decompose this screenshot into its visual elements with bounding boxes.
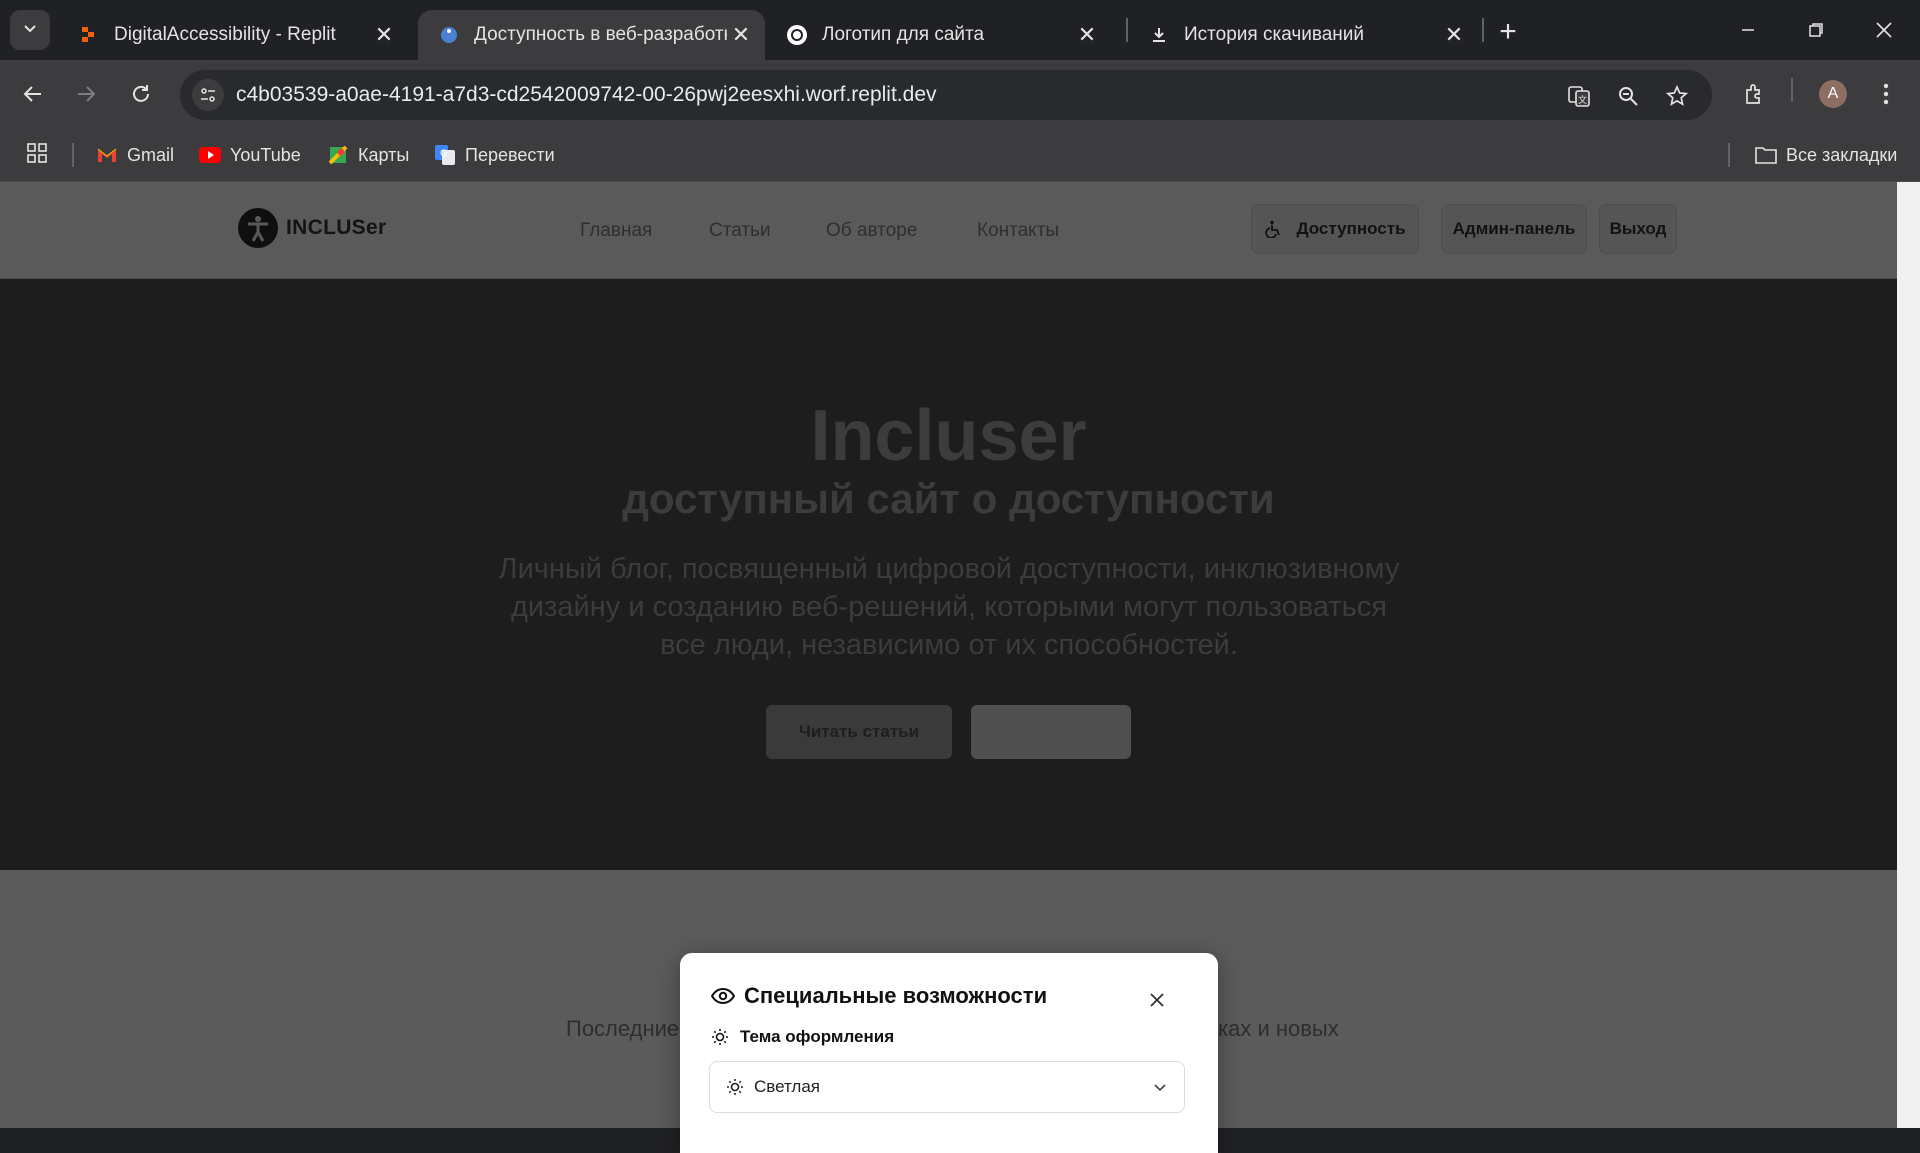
site-header: INCLUSer Главная Статьи Об авторе Контак… [0,182,1897,279]
address-bar[interactable]: c4b03539-a0ae-4191-a7d3-cd2542009742-00-… [180,70,1712,120]
hero-subtitle: доступный сайт о доступности [622,475,1275,522]
tab-search-button[interactable] [10,10,50,50]
bookmark-gmail[interactable]: Gmail [96,141,174,169]
svg-text:文: 文 [1578,94,1587,106]
dialog-title-text: Специальные возможности [744,983,1048,1008]
nav-home[interactable]: Главная [580,220,652,242]
bookmark-maps[interactable]: Карты [327,141,409,169]
translate-icon[interactable]: 文 [1565,82,1593,110]
theme-select-value: Светлая [754,1077,820,1096]
avatar: A [1819,80,1847,108]
tab-title: Доступность в веб-разработке [474,24,727,45]
logo-text: INCLUSer [286,216,387,239]
close-tab-icon[interactable]: ✕ [370,21,398,49]
bookmark-youtube[interactable]: YouTube [199,141,301,169]
close-tab-icon[interactable]: ✕ [1440,21,1468,49]
minimize-button[interactable] [1715,0,1781,60]
admin-panel-button[interactable]: Админ-панель [1441,204,1587,254]
site-logo[interactable]: INCLUSer [238,208,386,248]
profile-button[interactable]: A [1813,74,1853,114]
tab-logo[interactable]: Логотип для сайта ✕ [766,10,1111,60]
logout-button[interactable]: Выход [1599,204,1677,254]
eye-icon [710,983,736,1009]
close-tab-icon[interactable]: ✕ [727,21,755,49]
secondary-hero-button[interactable] [971,705,1131,759]
bookmark-star-icon[interactable] [1663,82,1691,110]
site-info-icon[interactable] [192,79,224,111]
apps-button[interactable] [26,141,48,169]
read-articles-button[interactable]: Читать статьи [766,705,952,759]
site-favicon-icon [438,24,460,46]
svg-text:G: G [440,149,447,159]
extensions-icon[interactable] [1734,74,1774,114]
tab-accessibility[interactable]: Доступность в веб-разработке ✕ [418,10,765,60]
zoom-icon[interactable] [1614,82,1642,110]
download-icon [1148,24,1170,46]
chatgpt-favicon-icon [786,24,808,46]
all-bookmarks-label: Все закладки [1786,144,1898,165]
bookmark-label: YouTube [230,144,301,165]
tab-title: История скачиваний [1184,24,1365,45]
theme-label: Тема оформления [710,1027,894,1047]
nav-articles[interactable]: Статьи [709,220,771,242]
tab-replit[interactable]: DigitalAccessibility - Replit ✕ [58,10,408,60]
close-window-button[interactable] [1851,0,1917,60]
accessibility-dialog: Специальные возможности Тема оформления … [680,953,1218,1153]
google-translate-icon: G [434,144,456,166]
bookmark-translate[interactable]: G Перевести [434,141,555,169]
tab-title: DigitalAccessibility - Replit [114,24,336,45]
nav-about[interactable]: Об авторе [826,220,917,242]
sun-icon [724,1076,746,1098]
new-tab-button[interactable]: + [1490,14,1526,50]
dialog-title: Специальные возможности [710,983,1047,1009]
close-dialog-button[interactable] [1142,987,1172,1017]
browser-toolbar: c4b03539-a0ae-4191-a7d3-cd2542009742-00-… [0,60,1920,129]
apps-grid-icon [26,142,48,169]
tab-strip: DigitalAccessibility - Replit ✕ Доступно… [0,0,1920,60]
theme-select[interactable]: Светлая [709,1061,1185,1113]
bookmark-label: Карты [358,144,410,165]
close-icon [1150,992,1164,1012]
bookmarks-separator [72,143,74,167]
gmail-icon [96,144,118,166]
toolbar-separator [1791,78,1793,102]
wheelchair-icon [1264,220,1282,238]
tab-title: Логотип для сайта [822,24,985,45]
bookmarks-bar: Gmail YouTube Карты G Перевести Все закл… [0,129,1920,182]
chevron-down-icon [1150,1077,1170,1097]
restore-button[interactable] [1783,0,1849,60]
bookmark-label: Перевести [465,144,555,165]
hero-section: Incluser доступный сайт о доступности Ли… [0,279,1897,870]
menu-icon[interactable] [1866,74,1906,114]
theme-label-text: Тема оформления [740,1027,895,1046]
chevron-down-icon [22,20,38,41]
sun-icon [710,1027,730,1047]
tab-separator [1482,18,1484,42]
nav-contacts[interactable]: Контакты [977,220,1059,242]
url-text: c4b03539-a0ae-4191-a7d3-cd2542009742-00-… [236,83,937,106]
maps-icon [327,144,349,166]
all-bookmarks-button[interactable]: Все закладки [1755,141,1897,169]
replit-favicon-icon [78,24,100,46]
bookmark-label: Gmail [127,144,175,165]
bookmarks-separator [1728,143,1730,167]
back-button[interactable] [13,74,53,114]
reload-button[interactable] [121,74,161,114]
accessibility-button[interactable]: Доступность [1251,204,1419,254]
youtube-icon [199,144,221,166]
hero-title: Incluser [810,396,1087,476]
hero-description: Личный блог, посвященный цифровой доступ… [498,553,1400,661]
accessibility-button-label: Доступность [1296,219,1406,238]
close-tab-icon[interactable]: ✕ [1073,21,1101,49]
tab-downloads[interactable]: История скачиваний ✕ [1128,10,1478,60]
folder-icon [1755,144,1777,166]
page-scrollbar[interactable] [1897,182,1920,1128]
forward-button[interactable] [66,74,106,114]
accessibility-logo-icon [238,208,278,248]
section-text-left: Последние [566,1016,680,1041]
section-text-right: ках и новых [1218,1016,1339,1041]
